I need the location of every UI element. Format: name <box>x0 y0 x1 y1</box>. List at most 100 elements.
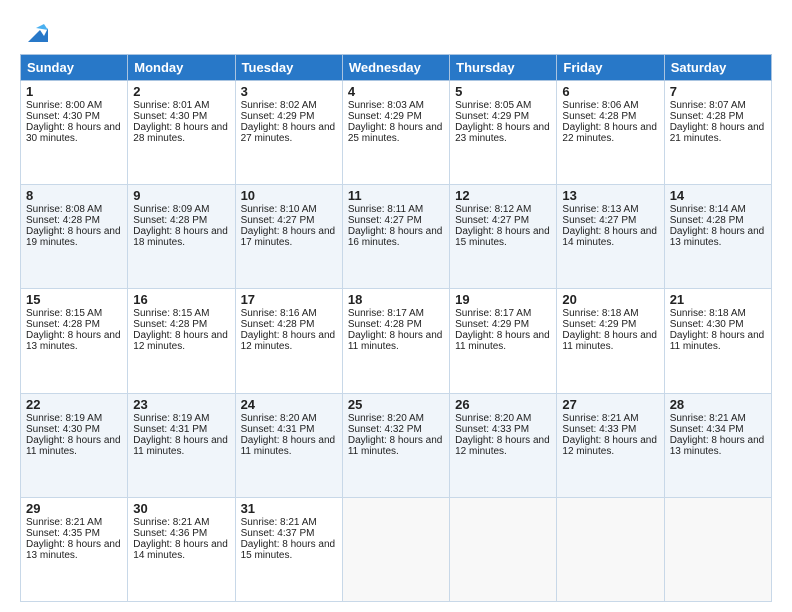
calendar-header-wednesday: Wednesday <box>342 55 449 81</box>
day-number: 6 <box>562 84 658 99</box>
daylight-text: Daylight: 8 hours and 13 minutes. <box>670 435 765 457</box>
sunset-text: Sunset: 4:30 PM <box>26 111 100 122</box>
day-number: 1 <box>26 84 122 99</box>
day-number: 29 <box>26 501 122 516</box>
calendar-week-4: 22Sunrise: 8:19 AMSunset: 4:30 PMDayligh… <box>21 393 772 497</box>
calendar-header-thursday: Thursday <box>450 55 557 81</box>
calendar-cell <box>342 497 449 601</box>
daylight-text: Daylight: 8 hours and 15 minutes. <box>455 226 550 248</box>
sunset-text: Sunset: 4:37 PM <box>241 528 315 539</box>
sunset-text: Sunset: 4:35 PM <box>26 528 100 539</box>
sunrise-text: Sunrise: 8:21 AM <box>241 517 317 528</box>
daylight-text: Daylight: 8 hours and 13 minutes. <box>670 226 765 248</box>
calendar-cell: 12Sunrise: 8:12 AMSunset: 4:27 PMDayligh… <box>450 185 557 289</box>
calendar-cell: 9Sunrise: 8:09 AMSunset: 4:28 PMDaylight… <box>128 185 235 289</box>
sunrise-text: Sunrise: 8:06 AM <box>562 100 638 111</box>
sunrise-text: Sunrise: 8:19 AM <box>133 413 209 424</box>
sunrise-text: Sunrise: 8:21 AM <box>26 517 102 528</box>
sunset-text: Sunset: 4:30 PM <box>133 111 207 122</box>
calendar-cell: 21Sunrise: 8:18 AMSunset: 4:30 PMDayligh… <box>664 289 771 393</box>
day-number: 24 <box>241 397 337 412</box>
sunset-text: Sunset: 4:29 PM <box>241 111 315 122</box>
sunrise-text: Sunrise: 8:11 AM <box>348 204 423 215</box>
sunrise-text: Sunrise: 8:10 AM <box>241 204 317 215</box>
day-number: 15 <box>26 292 122 307</box>
calendar-cell: 15Sunrise: 8:15 AMSunset: 4:28 PMDayligh… <box>21 289 128 393</box>
day-number: 25 <box>348 397 444 412</box>
calendar-cell: 14Sunrise: 8:14 AMSunset: 4:28 PMDayligh… <box>664 185 771 289</box>
sunrise-text: Sunrise: 8:16 AM <box>241 308 317 319</box>
calendar-cell: 1Sunrise: 8:00 AMSunset: 4:30 PMDaylight… <box>21 81 128 185</box>
sunrise-text: Sunrise: 8:20 AM <box>348 413 424 424</box>
daylight-text: Daylight: 8 hours and 12 minutes. <box>133 330 228 352</box>
daylight-text: Daylight: 8 hours and 11 minutes. <box>670 330 765 352</box>
daylight-text: Daylight: 8 hours and 28 minutes. <box>133 122 228 144</box>
sunrise-text: Sunrise: 8:15 AM <box>133 308 209 319</box>
calendar-table: SundayMondayTuesdayWednesdayThursdayFrid… <box>20 54 772 602</box>
sunrise-text: Sunrise: 8:21 AM <box>562 413 638 424</box>
calendar-cell: 30Sunrise: 8:21 AMSunset: 4:36 PMDayligh… <box>128 497 235 601</box>
daylight-text: Daylight: 8 hours and 13 minutes. <box>26 539 121 561</box>
daylight-text: Daylight: 8 hours and 11 minutes. <box>455 330 550 352</box>
daylight-text: Daylight: 8 hours and 11 minutes. <box>241 435 336 457</box>
daylight-text: Daylight: 8 hours and 11 minutes. <box>26 435 121 457</box>
sunset-text: Sunset: 4:28 PM <box>133 319 207 330</box>
calendar-cell <box>450 497 557 601</box>
day-number: 28 <box>670 397 766 412</box>
sunset-text: Sunset: 4:29 PM <box>562 319 636 330</box>
sunset-text: Sunset: 4:27 PM <box>562 215 636 226</box>
calendar-cell: 25Sunrise: 8:20 AMSunset: 4:32 PMDayligh… <box>342 393 449 497</box>
header <box>20 16 772 48</box>
sunrise-text: Sunrise: 8:21 AM <box>133 517 209 528</box>
daylight-text: Daylight: 8 hours and 14 minutes. <box>562 226 657 248</box>
sunset-text: Sunset: 4:27 PM <box>348 215 422 226</box>
sunset-text: Sunset: 4:33 PM <box>562 424 636 435</box>
day-number: 12 <box>455 188 551 203</box>
sunset-text: Sunset: 4:29 PM <box>455 111 529 122</box>
calendar-cell: 29Sunrise: 8:21 AMSunset: 4:35 PMDayligh… <box>21 497 128 601</box>
day-number: 2 <box>133 84 229 99</box>
calendar-cell: 16Sunrise: 8:15 AMSunset: 4:28 PMDayligh… <box>128 289 235 393</box>
daylight-text: Daylight: 8 hours and 22 minutes. <box>562 122 657 144</box>
calendar-header-tuesday: Tuesday <box>235 55 342 81</box>
day-number: 4 <box>348 84 444 99</box>
daylight-text: Daylight: 8 hours and 21 minutes. <box>670 122 765 144</box>
daylight-text: Daylight: 8 hours and 27 minutes. <box>241 122 336 144</box>
sunset-text: Sunset: 4:28 PM <box>348 319 422 330</box>
calendar-cell: 23Sunrise: 8:19 AMSunset: 4:31 PMDayligh… <box>128 393 235 497</box>
calendar-week-5: 29Sunrise: 8:21 AMSunset: 4:35 PMDayligh… <box>21 497 772 601</box>
sunrise-text: Sunrise: 8:17 AM <box>455 308 531 319</box>
calendar-week-2: 8Sunrise: 8:08 AMSunset: 4:28 PMDaylight… <box>21 185 772 289</box>
daylight-text: Daylight: 8 hours and 19 minutes. <box>26 226 121 248</box>
day-number: 23 <box>133 397 229 412</box>
sunset-text: Sunset: 4:29 PM <box>455 319 529 330</box>
day-number: 3 <box>241 84 337 99</box>
calendar-cell: 3Sunrise: 8:02 AMSunset: 4:29 PMDaylight… <box>235 81 342 185</box>
day-number: 17 <box>241 292 337 307</box>
sunrise-text: Sunrise: 8:19 AM <box>26 413 102 424</box>
sunrise-text: Sunrise: 8:12 AM <box>455 204 531 215</box>
day-number: 22 <box>26 397 122 412</box>
calendar-cell: 17Sunrise: 8:16 AMSunset: 4:28 PMDayligh… <box>235 289 342 393</box>
day-number: 27 <box>562 397 658 412</box>
sunrise-text: Sunrise: 8:20 AM <box>455 413 531 424</box>
calendar-cell: 18Sunrise: 8:17 AMSunset: 4:28 PMDayligh… <box>342 289 449 393</box>
calendar-header-monday: Monday <box>128 55 235 81</box>
sunset-text: Sunset: 4:27 PM <box>241 215 315 226</box>
calendar-cell: 10Sunrise: 8:10 AMSunset: 4:27 PMDayligh… <box>235 185 342 289</box>
calendar-cell: 7Sunrise: 8:07 AMSunset: 4:28 PMDaylight… <box>664 81 771 185</box>
sunrise-text: Sunrise: 8:18 AM <box>670 308 746 319</box>
calendar-cell: 26Sunrise: 8:20 AMSunset: 4:33 PMDayligh… <box>450 393 557 497</box>
day-number: 18 <box>348 292 444 307</box>
calendar-cell: 27Sunrise: 8:21 AMSunset: 4:33 PMDayligh… <box>557 393 664 497</box>
calendar-week-3: 15Sunrise: 8:15 AMSunset: 4:28 PMDayligh… <box>21 289 772 393</box>
sunrise-text: Sunrise: 8:14 AM <box>670 204 746 215</box>
sunset-text: Sunset: 4:28 PM <box>133 215 207 226</box>
day-number: 31 <box>241 501 337 516</box>
day-number: 26 <box>455 397 551 412</box>
sunrise-text: Sunrise: 8:20 AM <box>241 413 317 424</box>
logo-icon <box>22 20 50 48</box>
calendar-cell: 2Sunrise: 8:01 AMSunset: 4:30 PMDaylight… <box>128 81 235 185</box>
daylight-text: Daylight: 8 hours and 17 minutes. <box>241 226 336 248</box>
sunset-text: Sunset: 4:28 PM <box>241 319 315 330</box>
